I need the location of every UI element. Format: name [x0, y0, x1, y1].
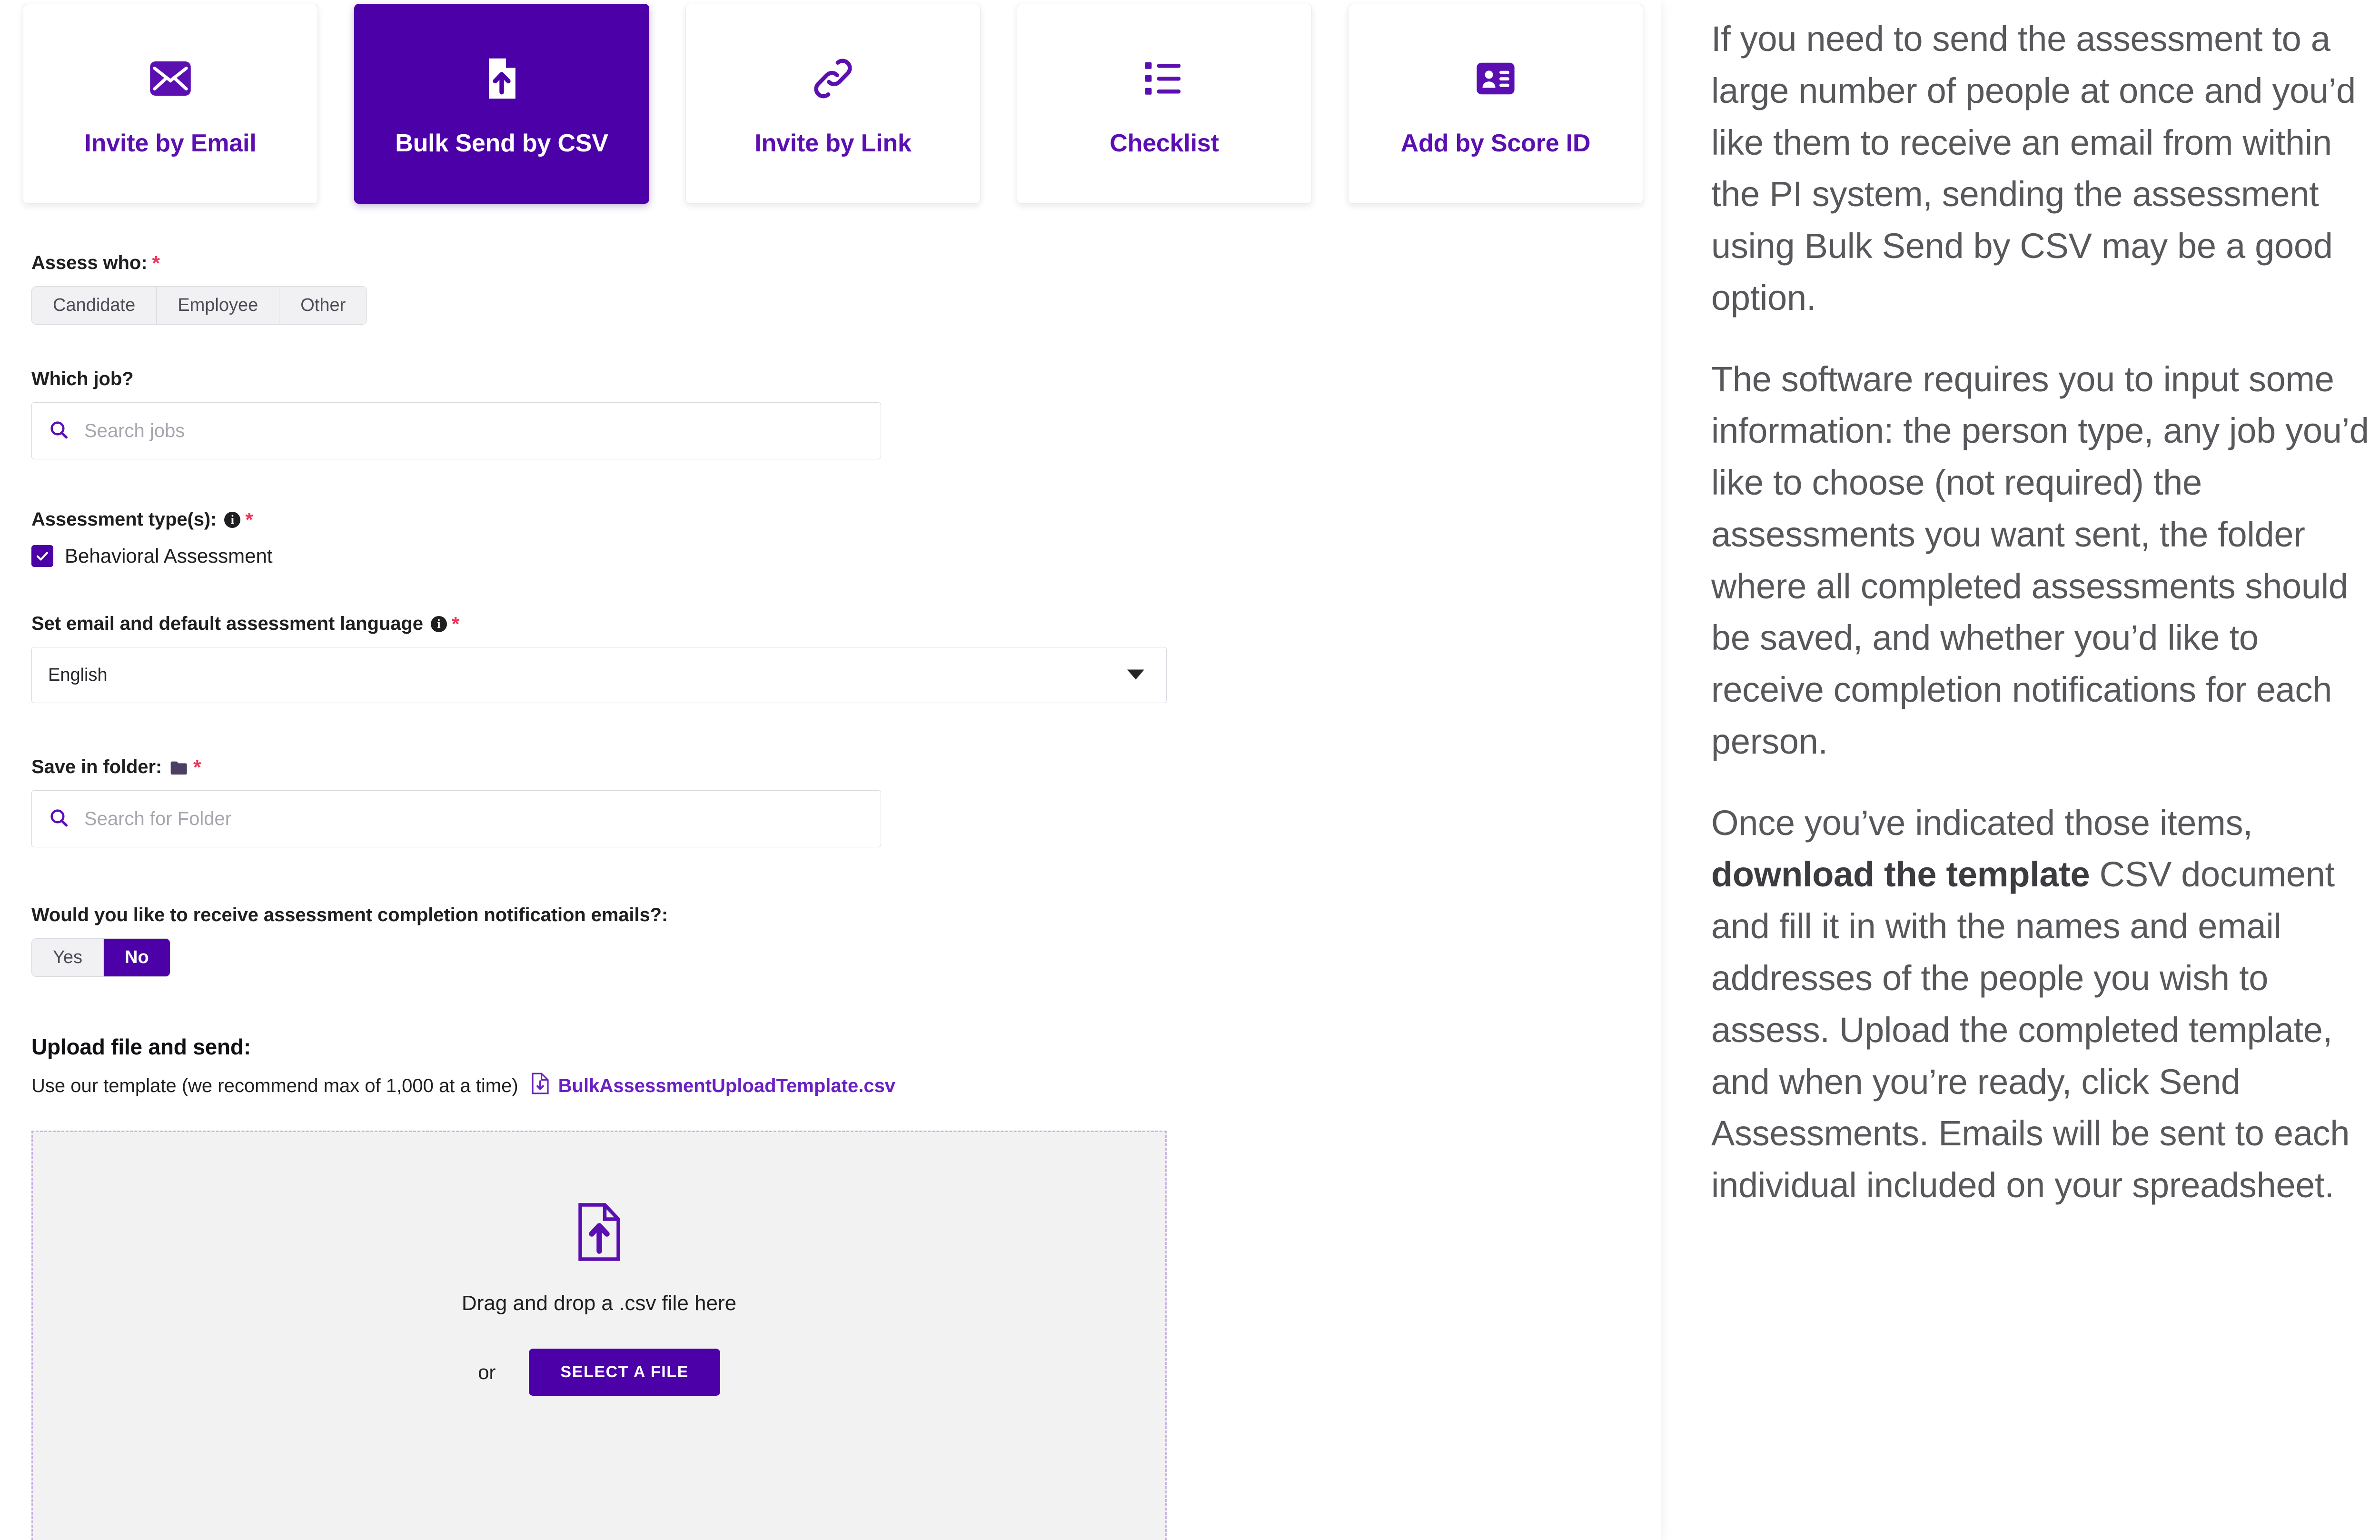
page-root: Invite by Email Bulk Send by CSV Invite …: [0, 0, 2380, 1540]
download-template-link-text: BulkAssessmentUploadTemplate.csv: [558, 1075, 896, 1096]
save-in-folder-label: Save in folder: *: [31, 756, 1602, 778]
tab-invite-by-email[interactable]: Invite by Email: [23, 4, 318, 204]
language-select[interactable]: English: [31, 647, 1167, 703]
dropzone-or-label: or: [478, 1361, 496, 1383]
help-paragraph-2: The software requires you to input some …: [1711, 359, 2369, 761]
tab-label: Bulk Send by CSV: [395, 129, 608, 157]
upload-subtext: Use our template (we recommend max of 1,…: [31, 1075, 518, 1096]
notification-emails-label: Would you like to receive assessment com…: [31, 904, 1602, 926]
upload-section-heading: Upload file and send:: [31, 1034, 251, 1059]
required-asterisk: *: [451, 612, 460, 635]
tab-checklist[interactable]: Checklist: [1017, 4, 1312, 204]
which-job-label: Which job?: [31, 368, 1602, 390]
send-method-tabs: Invite by Email Bulk Send by CSV Invite …: [23, 4, 1643, 204]
tab-label: Invite by Email: [84, 129, 257, 157]
notification-option-yes[interactable]: Yes: [32, 939, 104, 976]
checkbox-behavioral-assessment[interactable]: Behavioral Assessment: [31, 545, 1602, 567]
assessment-types-label: Assessment type(s): i *: [31, 509, 1602, 530]
job-search-placeholder: Search jobs: [84, 420, 185, 441]
job-search-input[interactable]: Search jobs: [31, 402, 881, 459]
download-template-link[interactable]: BulkAssessmentUploadTemplate.csv: [530, 1072, 895, 1100]
envelope-icon: [142, 50, 199, 107]
folder-search-input[interactable]: Search for Folder: [31, 790, 881, 847]
language-selected-value: English: [48, 665, 108, 685]
link-icon: [804, 50, 862, 107]
notification-emails-toggle: Yes No: [31, 938, 170, 977]
info-icon[interactable]: i: [430, 616, 447, 632]
folder-search-placeholder: Search for Folder: [84, 808, 232, 829]
tab-label: Checklist: [1110, 129, 1219, 157]
tab-bulk-send-by-csv[interactable]: Bulk Send by CSV: [354, 4, 649, 204]
select-a-file-button[interactable]: SELECT A FILE: [529, 1349, 720, 1396]
language-label-text: Set email and default assessment languag…: [31, 613, 423, 634]
assess-who-segmented-control: Candidate Employee Other: [31, 286, 367, 325]
tab-invite-by-link[interactable]: Invite by Link: [685, 4, 981, 204]
chevron-down-icon: [1127, 669, 1144, 680]
assess-who-option-candidate[interactable]: Candidate: [32, 287, 157, 324]
upload-subtext-row: Use our template (we recommend max of 1,…: [31, 1072, 1602, 1100]
app-panel: Invite by Email Bulk Send by CSV Invite …: [0, 0, 1661, 1540]
id-card-icon: [1467, 50, 1524, 107]
assessment-types-label-text: Assessment type(s):: [31, 509, 217, 530]
help-paragraph-3-c: CSV document and fill it in with the nam…: [1711, 854, 2350, 1205]
bulk-send-form: Assess who: * Candidate Employee Other W…: [31, 252, 1602, 1100]
search-icon: [48, 807, 70, 831]
checkbox-checked-icon: [31, 545, 53, 567]
required-asterisk: *: [245, 508, 253, 531]
dropzone-instruction: Drag and drop a .csv file here: [461, 1292, 737, 1315]
which-job-label-text: Which job?: [31, 368, 134, 389]
csv-dropzone[interactable]: Drag and drop a .csv file here or SELECT…: [31, 1131, 1167, 1540]
help-paragraph-1: If you need to send the assessment to a …: [1711, 19, 2356, 318]
assess-who-label: Assess who: *: [31, 252, 1602, 274]
help-paragraph-3-a: Once you’ve indicated those items,: [1711, 803, 2253, 843]
assess-who-option-employee[interactable]: Employee: [157, 287, 280, 324]
required-asterisk: *: [193, 755, 201, 778]
folder-icon: [169, 760, 188, 775]
help-paragraph-3-bold: download the template: [1711, 854, 2090, 894]
assess-who-label-text: Assess who:: [31, 252, 148, 273]
checklist-icon: [1136, 50, 1193, 107]
file-upload-icon: [573, 1201, 625, 1263]
assess-who-option-other[interactable]: Other: [279, 287, 367, 324]
app-panel-surface: Invite by Email Bulk Send by CSV Invite …: [0, 0, 1661, 1540]
file-upload-icon: [473, 50, 530, 107]
search-icon: [48, 419, 70, 443]
notification-emails-label-text: Would you like to receive assessment com…: [31, 904, 668, 925]
notification-option-no[interactable]: No: [104, 939, 170, 976]
tab-label: Invite by Link: [754, 129, 912, 157]
tab-add-by-score-id[interactable]: Add by Score ID: [1348, 4, 1643, 204]
help-paragraph-3: Once you’ve indicated those items, downl…: [1711, 797, 2375, 1212]
save-in-folder-label-text: Save in folder:: [31, 756, 162, 777]
required-asterisk: *: [152, 251, 160, 274]
language-label: Set email and default assessment languag…: [31, 613, 1602, 635]
file-download-icon: [530, 1072, 551, 1100]
dropzone-action-row: or SELECT A FILE: [478, 1349, 720, 1396]
checkbox-label: Behavioral Assessment: [65, 545, 273, 567]
help-text-panel: If you need to send the assessment to a …: [1711, 13, 2375, 1241]
info-icon[interactable]: i: [224, 511, 241, 528]
tab-label: Add by Score ID: [1400, 129, 1591, 157]
